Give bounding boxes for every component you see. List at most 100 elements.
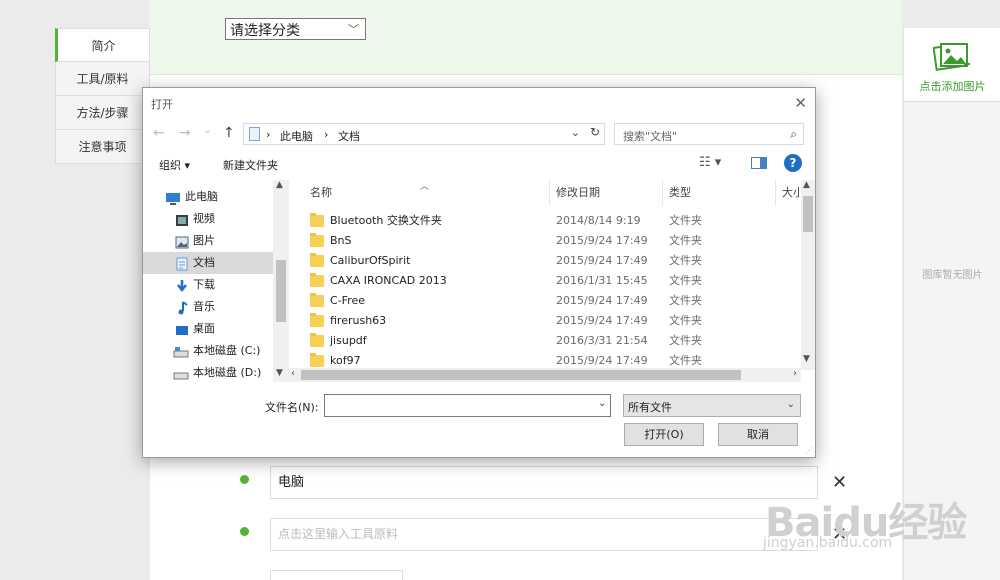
chevron-down-icon: ⌄ (786, 399, 795, 410)
breadcrumb-this-pc[interactable]: 此电脑 (280, 128, 313, 144)
chevron-left-icon[interactable]: ‹ (291, 368, 295, 379)
preview-pane-icon[interactable] (751, 157, 767, 169)
recent-locations-icon[interactable]: ⌄ (203, 123, 212, 136)
tool-input-field[interactable]: 点击这里输入工具原料 (270, 518, 818, 551)
file-list-hscrollbar[interactable]: ‹ › (289, 368, 801, 382)
add-row-box[interactable] (270, 570, 403, 580)
new-folder-button[interactable]: 新建文件夹 (223, 157, 278, 173)
add-image-button[interactable]: 点击添加图片 (904, 28, 1000, 102)
documents-location-icon (249, 127, 260, 141)
add-image-label: 点击添加图片 (919, 80, 986, 93)
file-row[interactable]: C-Free 2015/9/24 17:49 文件夹 (298, 291, 801, 311)
column-header-type[interactable]: 类型 (663, 180, 776, 206)
tool-item-field[interactable]: 电脑 (270, 466, 818, 499)
filename-label: 文件名(N): (265, 401, 319, 414)
search-placeholder: 搜索"文档" (623, 130, 678, 143)
back-arrow-icon[interactable]: ← (153, 125, 165, 141)
view-options-icon[interactable]: ☷ ▾ (699, 155, 721, 170)
dialog-title: 打开 (151, 98, 173, 111)
file-row[interactable]: BnS 2015/9/24 17:49 文件夹 (298, 231, 801, 251)
nav-item-steps[interactable]: 方法/步骤 (55, 96, 150, 130)
search-box[interactable]: 搜索"文档" ⌕ (614, 123, 804, 145)
folder-icon (310, 233, 324, 247)
folder-icon (310, 333, 324, 347)
breadcrumb-sep: › (324, 128, 329, 141)
open-button[interactable]: 打开(O) (624, 423, 704, 446)
resize-grip-icon[interactable]: ⋰ (805, 446, 813, 455)
organize-button[interactable]: 组织 ▾ (159, 157, 190, 173)
watermark-url: jingyan.baidu.com (763, 535, 893, 551)
tree-item-drive-c[interactable]: 本地磁盘 (C:) (143, 340, 273, 362)
cancel-button[interactable]: 取消 (718, 423, 798, 446)
open-file-dialog: 打开 ✕ ← → ⌄ ↑ › 此电脑 › 文档 ⌄ ↻ 搜索"文档" ⌕ 组织 … (142, 87, 816, 458)
add-image-icon (933, 43, 970, 71)
chevron-down-icon[interactable]: ⌄ (571, 126, 580, 139)
column-header-name[interactable]: ︿ 名称 (298, 180, 550, 206)
folder-icon (310, 273, 324, 287)
documents-icon (175, 257, 189, 271)
nav-item-notes[interactable]: 注意事项 (55, 130, 150, 164)
file-row[interactable]: CaliburOfSpirit 2015/9/24 17:49 文件夹 (298, 251, 801, 271)
folder-icon (310, 353, 324, 367)
chevron-down-icon[interactable]: ⌄ (598, 398, 606, 409)
nav-item-tools[interactable]: 工具/原料 (55, 62, 150, 96)
tree-item-pictures[interactable]: 图片 (143, 230, 273, 252)
column-header-date[interactable]: 修改日期 (550, 180, 663, 206)
nav-item-intro[interactable]: 简介 (55, 28, 150, 62)
breadcrumb-sep: › (266, 128, 271, 141)
folder-icon (310, 253, 324, 267)
filename-input[interactable] (324, 394, 611, 417)
refresh-icon[interactable]: ↻ (590, 125, 600, 139)
up-arrow-icon[interactable]: ↑ (223, 125, 235, 141)
tree-item-music[interactable]: 音乐 (143, 296, 273, 318)
tree-item-this-pc[interactable]: 此电脑 (143, 186, 273, 208)
help-icon[interactable]: ? (784, 154, 802, 172)
bullet-dot (240, 475, 249, 484)
folder-icon (310, 293, 324, 307)
file-row[interactable]: firerush63 2015/9/24 17:49 文件夹 (298, 311, 801, 331)
computer-icon (165, 191, 180, 205)
breadcrumb-documents[interactable]: 文档 (338, 128, 360, 144)
folder-icon (310, 213, 324, 227)
file-row[interactable]: Bluetooth 交换文件夹 2014/8/14 9:19 文件夹 (298, 211, 801, 231)
chevron-up-icon[interactable]: ▲ (803, 180, 810, 190)
gallery-empty-label: 图库暂无图片 (922, 270, 983, 281)
folder-icon (310, 313, 324, 327)
left-nav: 简介 工具/原料 方法/步骤 注意事项 (55, 28, 150, 164)
chevron-down-icon: ﹀ (348, 23, 359, 36)
tree-item-downloads[interactable]: 下载 (143, 274, 273, 296)
scroll-thumb[interactable] (803, 196, 813, 232)
address-bar[interactable]: › 此电脑 › 文档 ⌄ ↻ (243, 123, 605, 145)
category-select[interactable]: 请选择分类 ﹀ (225, 18, 366, 40)
dialog-toolbar: 组织 ▾ 新建文件夹 ☷ ▾ ? (143, 150, 815, 178)
column-header-size[interactable]: 大小 (776, 180, 801, 206)
scroll-thumb[interactable] (301, 370, 741, 380)
tree-item-drive-d[interactable]: 本地磁盘 (D:) (143, 362, 273, 382)
desktop-icon (175, 323, 189, 335)
chevron-down-icon[interactable]: ▼ (276, 368, 283, 378)
filetype-select[interactable]: 所有文件 ⌄ (623, 394, 801, 417)
tree-item-desktop[interactable]: 桌面 (143, 318, 273, 340)
video-icon (175, 213, 189, 226)
scroll-thumb[interactable] (276, 260, 286, 322)
file-list: ︿ 名称 修改日期 类型 大小 Bluetooth 交换文件夹 2014/8/14 … (298, 180, 801, 370)
close-icon[interactable]: ✕ (794, 94, 807, 112)
file-list-vscrollbar[interactable]: ▲ ▼ (801, 180, 815, 370)
chevron-down-icon[interactable]: ▼ (803, 354, 810, 364)
file-row[interactable]: jisupdf 2016/3/31 21:54 文件夹 (298, 331, 801, 351)
dialog-navbar: ← → ⌄ ↑ › 此电脑 › 文档 ⌄ ↻ 搜索"文档" ⌕ (143, 121, 815, 149)
drive-icon (173, 367, 189, 380)
chevron-right-icon[interactable]: › (793, 368, 797, 379)
tree-item-documents[interactable]: 文档 (143, 252, 273, 274)
file-row[interactable]: CAXA IRONCAD 2013 2016/1/31 15:45 文件夹 (298, 271, 801, 291)
forward-arrow-icon[interactable]: → (179, 125, 191, 141)
navigation-tree: 此电脑 视频 图片 文档 下载 音乐 桌面 本地磁盘 (C:) 本地磁盘 (D:… (143, 180, 289, 382)
bullet-dot (240, 527, 249, 536)
tree-scrollbar[interactable]: ▲ ▼ (273, 180, 289, 382)
drive-icon (173, 345, 189, 358)
search-icon: ⌕ (790, 127, 797, 141)
chevron-up-icon[interactable]: ▲ (276, 180, 283, 190)
tree-item-videos[interactable]: 视频 (143, 208, 273, 230)
baidu-watermark: Baidu经验 jingyan.baidu.com (763, 490, 967, 551)
category-select-value: 请选择分类 (230, 23, 300, 39)
